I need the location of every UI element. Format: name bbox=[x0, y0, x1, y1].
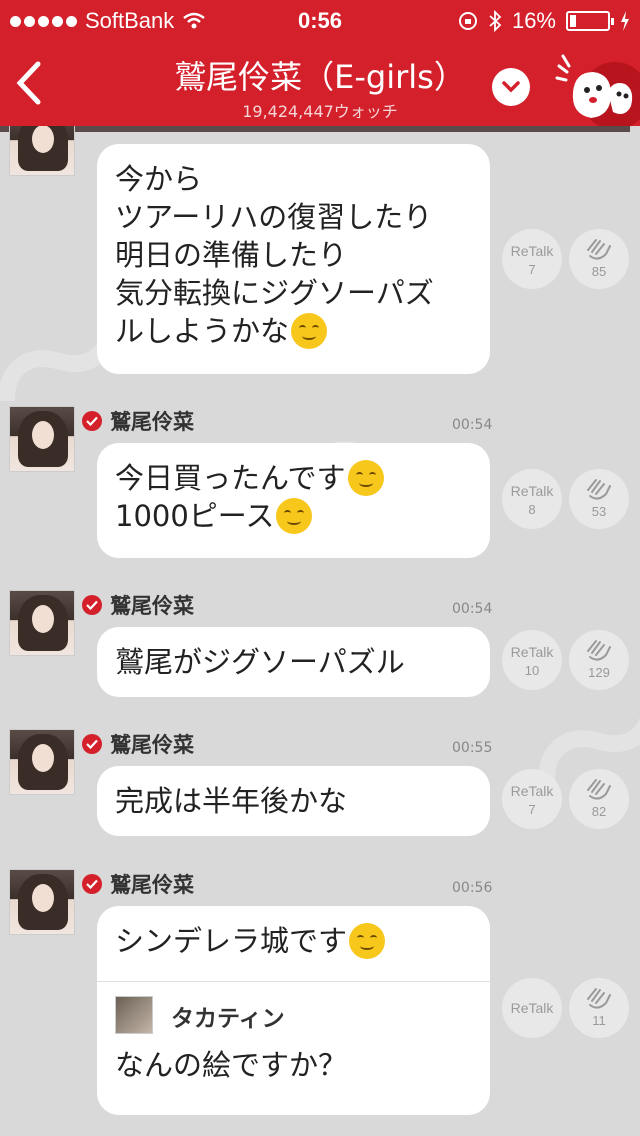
clap-icon bbox=[587, 988, 611, 1009]
message-line: シンデレラ城です bbox=[115, 924, 348, 958]
clap-icon bbox=[587, 640, 611, 661]
rotation-lock-icon bbox=[458, 12, 477, 30]
clap-button[interactable]: 53 bbox=[569, 469, 629, 529]
user-name[interactable]: 鷲尾伶菜 bbox=[110, 729, 194, 759]
avatar[interactable] bbox=[9, 126, 75, 176]
message-line: 明日の準備したり bbox=[115, 238, 348, 272]
clap-icon bbox=[587, 779, 611, 800]
retalk-count: 7 bbox=[528, 262, 536, 277]
watch-count: 19,424,447ウォッチ bbox=[242, 102, 398, 121]
clap-count: 85 bbox=[591, 264, 607, 279]
message-bubble[interactable]: 完成は半年後かな bbox=[97, 766, 490, 836]
retalk-count: 8 bbox=[528, 502, 536, 517]
message-time: 00:55 bbox=[452, 740, 493, 756]
message-line: 完成は半年後かな bbox=[115, 784, 348, 818]
mascot-icon[interactable] bbox=[553, 52, 640, 128]
clap-count: 82 bbox=[591, 804, 607, 819]
clap-count: 11 bbox=[592, 1013, 606, 1028]
smile-emoji-icon bbox=[276, 498, 313, 534]
message-line: 気分転換にジグソーパズ bbox=[115, 276, 434, 310]
message-bubble[interactable]: 今日買ったんです 1000ピース bbox=[97, 443, 490, 558]
message-time: 00:54 bbox=[452, 417, 493, 433]
quote-text: なんの絵ですか？ bbox=[115, 1048, 348, 1082]
retalk-label: ReTalk bbox=[510, 243, 554, 259]
retalk-button[interactable]: ReTalk bbox=[502, 978, 562, 1038]
message-bubble[interactable]: 鷲尾がジグソーパズル bbox=[97, 627, 490, 697]
message-bubble[interactable]: 今から ツアーリハの復習したり 明日の準備したり 気分転換にジグソーパズ ルしよ… bbox=[97, 144, 490, 374]
retalk-button[interactable]: ReTalk 7 bbox=[502, 229, 562, 289]
bluetooth-icon bbox=[489, 10, 502, 32]
verified-icon bbox=[82, 411, 102, 431]
smile-emoji-icon bbox=[291, 313, 328, 349]
retalk-label: ReTalk bbox=[510, 1000, 554, 1016]
retalk-button[interactable]: ReTalk 10 bbox=[502, 630, 562, 690]
retalk-button[interactable]: ReTalk 8 bbox=[502, 469, 562, 529]
verified-icon bbox=[82, 595, 102, 615]
message-header: 鷲尾伶菜 bbox=[82, 406, 194, 436]
quote-avatar[interactable] bbox=[115, 996, 153, 1034]
message-time: 00:56 bbox=[452, 880, 493, 896]
retalk-count: 7 bbox=[528, 802, 536, 817]
message-line: ルしようかな bbox=[115, 314, 290, 348]
message-line: 鷲尾がジグソーパズル bbox=[115, 645, 405, 679]
user-name[interactable]: 鷲尾伶菜 bbox=[110, 590, 194, 620]
battery-percent: 16% bbox=[511, 8, 556, 33]
nav-bar: 鷲尾伶菜（E-girls） 19,424,447ウォッチ bbox=[0, 40, 640, 128]
message-line: 今から bbox=[115, 162, 203, 196]
clap-icon bbox=[587, 479, 611, 500]
clap-icon bbox=[587, 239, 611, 260]
message-line: 今日買ったんです bbox=[115, 461, 346, 495]
partial-header-strip bbox=[0, 126, 630, 132]
avatar[interactable] bbox=[9, 869, 75, 935]
quote-user-name[interactable]: タカティン bbox=[171, 1000, 285, 1038]
message-time: 00:54 bbox=[452, 601, 493, 617]
retalk-label: ReTalk bbox=[510, 783, 554, 799]
clap-button[interactable]: 82 bbox=[569, 769, 629, 829]
clap-count: 53 bbox=[591, 504, 607, 519]
verified-icon bbox=[82, 734, 102, 754]
message-header: 鷲尾伶菜 bbox=[82, 590, 194, 620]
clap-button[interactable]: 11 bbox=[569, 978, 629, 1038]
charging-icon bbox=[621, 11, 629, 31]
clap-count: 129 bbox=[588, 665, 610, 680]
verified-icon bbox=[82, 874, 102, 894]
message-header: 鷲尾伶菜 bbox=[82, 869, 194, 899]
message-header: 鷲尾伶菜 bbox=[82, 729, 194, 759]
user-name[interactable]: 鷲尾伶菜 bbox=[110, 406, 194, 436]
battery-icon bbox=[566, 11, 614, 31]
user-name[interactable]: 鷲尾伶菜 bbox=[110, 869, 194, 899]
avatar[interactable] bbox=[9, 729, 75, 795]
smile-emoji-icon bbox=[347, 460, 384, 496]
message-bubble[interactable]: シンデレラ城です タカティン なんの絵ですか？ bbox=[97, 906, 490, 1115]
avatar[interactable] bbox=[9, 406, 75, 472]
retalk-button[interactable]: ReTalk 7 bbox=[502, 769, 562, 829]
smile-emoji-icon bbox=[349, 923, 386, 959]
retalk-label: ReTalk bbox=[510, 644, 554, 660]
message-line: 1000ピース bbox=[115, 499, 275, 533]
chevron-down-icon[interactable] bbox=[492, 68, 530, 106]
divider bbox=[97, 981, 490, 982]
clap-button[interactable]: 129 bbox=[569, 630, 629, 690]
avatar[interactable] bbox=[9, 590, 75, 656]
status-bar: SoftBank 0:56 16% bbox=[0, 0, 640, 40]
retalk-label: ReTalk bbox=[510, 483, 554, 499]
clap-button[interactable]: 85 bbox=[569, 229, 629, 289]
message-line: ツアーリハの復習したり bbox=[115, 200, 433, 234]
page-title: 鷲尾伶菜（E-girls） bbox=[174, 58, 466, 96]
retalk-count: 10 bbox=[524, 663, 540, 678]
talk-feed[interactable]: 〜 ∽ 〜 今から ツアーリハの復習したり 明日の準備したり 気分転換にジグソー… bbox=[0, 126, 640, 1136]
